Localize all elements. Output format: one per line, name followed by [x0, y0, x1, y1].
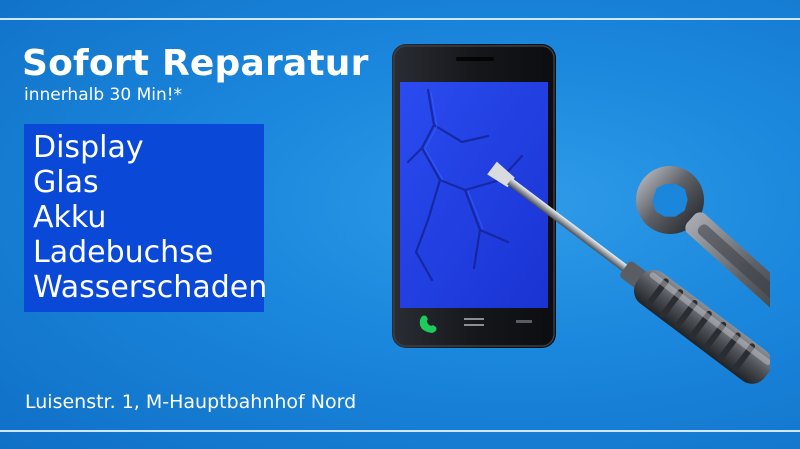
repair-illustration	[392, 44, 770, 384]
repair-banner: Sofort Reparatur innerhalb 30 Min!* Disp…	[0, 0, 800, 449]
headline: Sofort Reparatur	[22, 43, 369, 84]
service-list: Display Glas Akku Ladebuchse Wasserschad…	[24, 124, 268, 312]
service-item-akku: Akku	[33, 200, 107, 235]
store-address: Luisenstr. 1, M-Hauptbahnhof Nord	[25, 391, 357, 413]
service-item-display: Display	[33, 130, 144, 165]
service-item-ladebuchse: Ladebuchse	[33, 235, 214, 270]
top-divider	[0, 18, 800, 20]
service-item-wasserschaden: Wasserschaden	[33, 270, 268, 305]
service-item-glas: Glas	[33, 165, 99, 200]
bottom-divider	[0, 430, 800, 432]
subline: innerhalb 30 Min!*	[24, 85, 183, 105]
